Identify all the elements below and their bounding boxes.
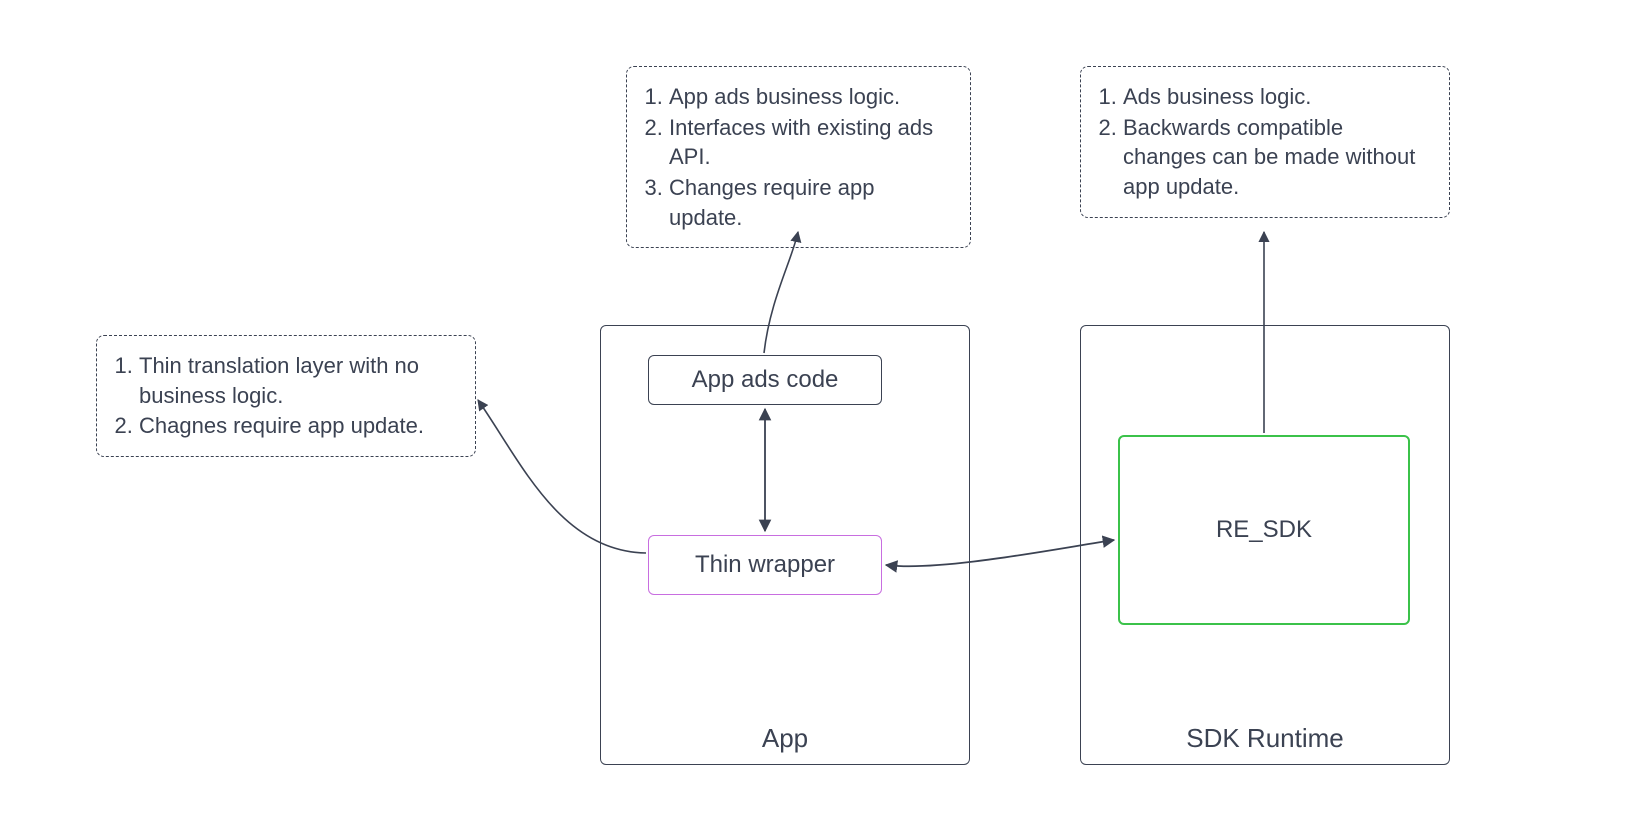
note-app-ads-code: App ads business logic. Interfaces with … [626,66,971,248]
note-re-sdk-item: Ads business logic. [1123,82,1431,112]
note-app-ads-code-item: App ads business logic. [669,82,952,112]
note-re-sdk: Ads business logic. Backwards compatible… [1080,66,1450,218]
re-sdk-label: RE_SDK [1216,516,1312,544]
app-ads-code-label: App ads code [692,366,839,394]
note-thin-wrapper: Thin translation layer with no business … [96,335,476,457]
note-re-sdk-list: Ads business logic. Backwards compatible… [1099,82,1431,202]
thin-wrapper-node: Thin wrapper [648,535,882,595]
app-container-label: App [762,723,808,754]
note-app-ads-code-list: App ads business logic. Interfaces with … [645,82,952,232]
sdk-runtime-container-label: SDK Runtime [1186,723,1344,754]
note-thin-wrapper-list: Thin translation layer with no business … [115,351,457,441]
note-app-ads-code-item: Changes require app update. [669,173,952,232]
note-thin-wrapper-item: Thin translation layer with no business … [139,351,457,410]
note-app-ads-code-item: Interfaces with existing ads API. [669,113,952,172]
note-thin-wrapper-item: Chagnes require app update. [139,411,457,441]
diagram-root: App SDK Runtime App ads code Thin wrappe… [0,0,1629,831]
note-re-sdk-item: Backwards compatible changes can be made… [1123,113,1431,202]
app-ads-code-node: App ads code [648,355,882,405]
re-sdk-node: RE_SDK [1118,435,1410,625]
thin-wrapper-label: Thin wrapper [695,551,835,579]
